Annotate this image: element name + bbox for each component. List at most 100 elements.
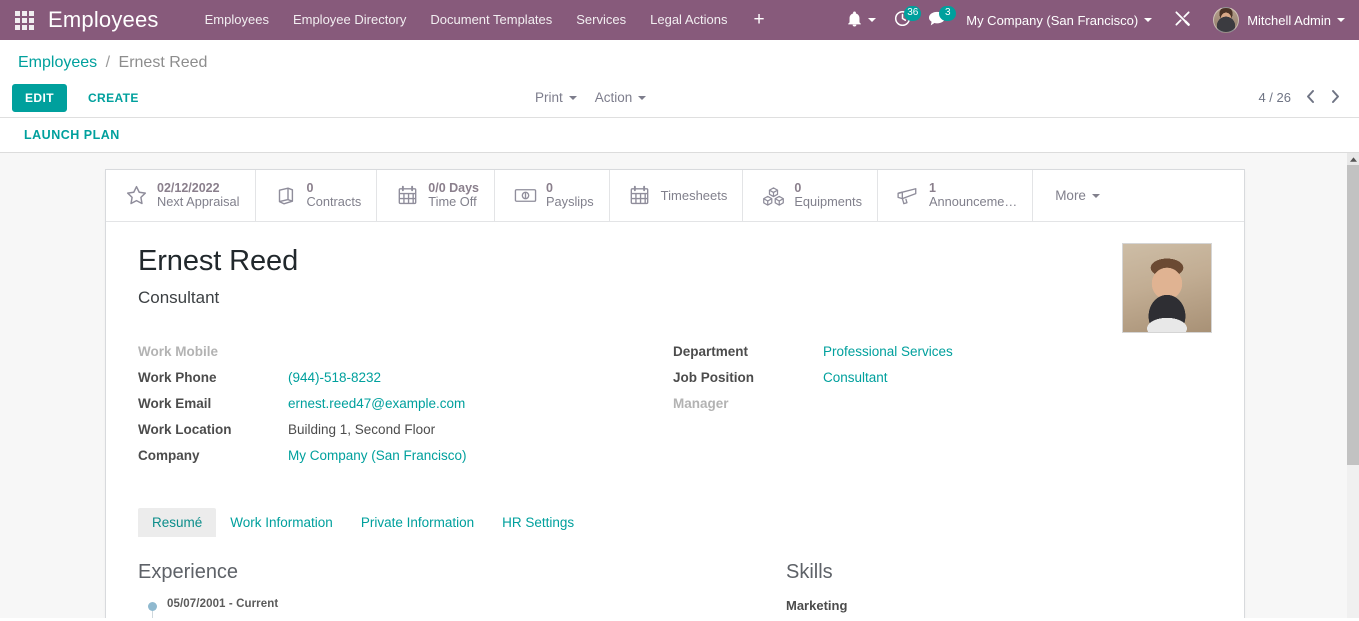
tools-icon: [1174, 10, 1191, 30]
employee-form-sheet: 02/12/2022 Next Appraisal 0 Contracts: [105, 169, 1245, 618]
company-name-label: My Company (San Francisco): [966, 13, 1138, 28]
print-label: Print: [535, 90, 563, 105]
money-icon: [513, 186, 537, 205]
chevron-left-icon: [1305, 89, 1316, 104]
chevron-down-icon: [569, 96, 577, 100]
developer-tools-button[interactable]: [1162, 0, 1203, 40]
launch-plan-button[interactable]: LAUNCH PLAN: [24, 128, 120, 142]
stat-label: Next Appraisal: [157, 195, 240, 210]
stat-button-contracts[interactable]: 0 Contracts: [256, 170, 378, 221]
menu-item-document-templates[interactable]: Document Templates: [418, 0, 564, 40]
navbar-right-tools: 36 3 My Company (San Francisco): [838, 0, 1359, 40]
messages-count-badge: 3: [939, 6, 956, 21]
field-work-email: Work Email ernest.reed47@example.com: [138, 394, 673, 413]
experience-section: Experience 05/07/2001 - Current: [138, 561, 748, 613]
employee-photo[interactable]: [1122, 243, 1212, 333]
menu-item-employee-directory[interactable]: Employee Directory: [281, 0, 418, 40]
boxes-icon: [761, 186, 785, 206]
stat-label: Timesheets: [661, 188, 728, 203]
employee-fields: Work Mobile Work Phone (944)-518-8232 Wo…: [138, 342, 1212, 472]
menu-item-legal-actions[interactable]: Legal Actions: [638, 0, 739, 40]
employee-name: Ernest Reed: [138, 245, 1212, 278]
chevron-down-icon: [638, 96, 646, 100]
chevron-right-icon: [1330, 89, 1341, 104]
field-work-phone: Work Phone (944)-518-8232: [138, 368, 673, 387]
field-value[interactable]: ernest.reed47@example.com: [288, 394, 465, 413]
action-dropdown[interactable]: Action: [595, 90, 647, 105]
calendar-icon: [628, 185, 652, 206]
experience-entry[interactable]: 05/07/2001 - Current: [138, 598, 748, 611]
company-switcher[interactable]: My Company (San Francisco): [956, 0, 1162, 40]
stat-button-equipments[interactable]: 0 Equipments: [743, 170, 878, 221]
chevron-down-icon: [868, 18, 876, 22]
pager-previous-button[interactable]: [1305, 89, 1316, 107]
stat-more-dropdown[interactable]: More: [1033, 170, 1122, 221]
field-company: Company My Company (San Francisco): [138, 446, 673, 465]
activities-count-badge: 36: [904, 6, 921, 21]
edit-button[interactable]: EDIT: [12, 84, 67, 112]
print-dropdown[interactable]: Print: [535, 90, 577, 105]
experience-date-range: 05/07/2001 - Current: [167, 598, 278, 610]
pager: 4 / 26: [1258, 89, 1341, 107]
control-panel: EDIT CREATE Print Action 4 / 26: [0, 78, 1359, 118]
stat-button-payslips[interactable]: 0 Payslips: [495, 170, 610, 221]
user-menu[interactable]: Mitchell Admin: [1203, 7, 1349, 33]
tab-resume[interactable]: Resumé: [138, 508, 216, 537]
stat-button-next-appraisal[interactable]: 02/12/2022 Next Appraisal: [106, 170, 256, 221]
pager-value: 4 / 26: [1258, 90, 1291, 105]
stat-button-time-off[interactable]: 0/0 Days Time Off: [377, 170, 495, 221]
field-value[interactable]: (944)-518-8232: [288, 368, 381, 387]
tab-work-information[interactable]: Work Information: [216, 508, 347, 537]
megaphone-icon: [896, 186, 920, 206]
notifications-button[interactable]: [838, 0, 885, 40]
control-panel-dropdowns: Print Action: [535, 90, 646, 105]
apps-menu-button[interactable]: [0, 0, 48, 40]
stat-button-announcements[interactable]: 1 Announceme…: [878, 170, 1033, 221]
activities-button[interactable]: 36: [885, 0, 920, 40]
tab-hr-settings[interactable]: HR Settings: [488, 508, 588, 537]
main-menu: Employees Employee Directory Document Te…: [193, 0, 740, 40]
scrollbar-thumb[interactable]: [1347, 165, 1359, 465]
menu-item-services[interactable]: Services: [564, 0, 638, 40]
pager-next-button[interactable]: [1330, 89, 1341, 107]
employee-job-title: Consultant: [138, 288, 1212, 308]
messages-button[interactable]: 3: [920, 0, 956, 40]
vertical-scrollbar[interactable]: [1347, 153, 1359, 618]
chevron-up-icon: [1350, 157, 1357, 162]
field-value[interactable]: My Company (San Francisco): [288, 446, 467, 465]
field-value[interactable]: Professional Services: [823, 342, 953, 361]
stat-buttons-row: 02/12/2022 Next Appraisal 0 Contracts: [106, 170, 1244, 222]
create-button[interactable]: CREATE: [77, 84, 150, 112]
breadcrumb-root-link[interactable]: Employees: [18, 54, 97, 71]
field-label: Work Email: [138, 394, 288, 413]
field-value[interactable]: Building 1, Second Floor: [288, 420, 435, 439]
menu-item-employees[interactable]: Employees: [193, 0, 281, 40]
field-label: Department: [673, 342, 823, 361]
stat-value: 0/0 Days: [428, 181, 479, 195]
resume-tab-content: Experience 05/07/2001 - Current Skills M…: [138, 561, 1212, 613]
fields-column-right: Department Professional Services Job Pos…: [673, 342, 1103, 472]
breadcrumb-current: Ernest Reed: [119, 54, 208, 71]
field-work-location: Work Location Building 1, Second Floor: [138, 420, 673, 439]
stat-value: 0: [794, 181, 862, 195]
scrollbar-up-arrow[interactable]: [1347, 153, 1359, 165]
skill-category: Marketing: [786, 598, 1178, 613]
add-new-button[interactable]: +: [739, 0, 778, 40]
fields-column-left: Work Mobile Work Phone (944)-518-8232 Wo…: [138, 342, 673, 472]
field-value[interactable]: Consultant: [823, 368, 888, 387]
action-label: Action: [595, 90, 633, 105]
field-label: Job Position: [673, 368, 823, 387]
user-name-label: Mitchell Admin: [1247, 13, 1331, 28]
breadcrumb-separator: /: [106, 54, 110, 71]
stat-label: Contracts: [307, 195, 362, 210]
field-label: Work Location: [138, 420, 288, 439]
top-navbar: Employees Employees Employee Directory D…: [0, 0, 1359, 40]
experience-title: Experience: [138, 561, 748, 584]
field-label: Work Phone: [138, 368, 288, 387]
launch-plan-bar: LAUNCH PLAN: [0, 118, 1359, 153]
stat-button-timesheets[interactable]: Timesheets: [610, 170, 744, 221]
skills-title: Skills: [786, 561, 1178, 584]
tab-private-information[interactable]: Private Information: [347, 508, 488, 537]
stat-value: 02/12/2022: [157, 181, 240, 195]
stat-label: Payslips: [546, 195, 594, 210]
